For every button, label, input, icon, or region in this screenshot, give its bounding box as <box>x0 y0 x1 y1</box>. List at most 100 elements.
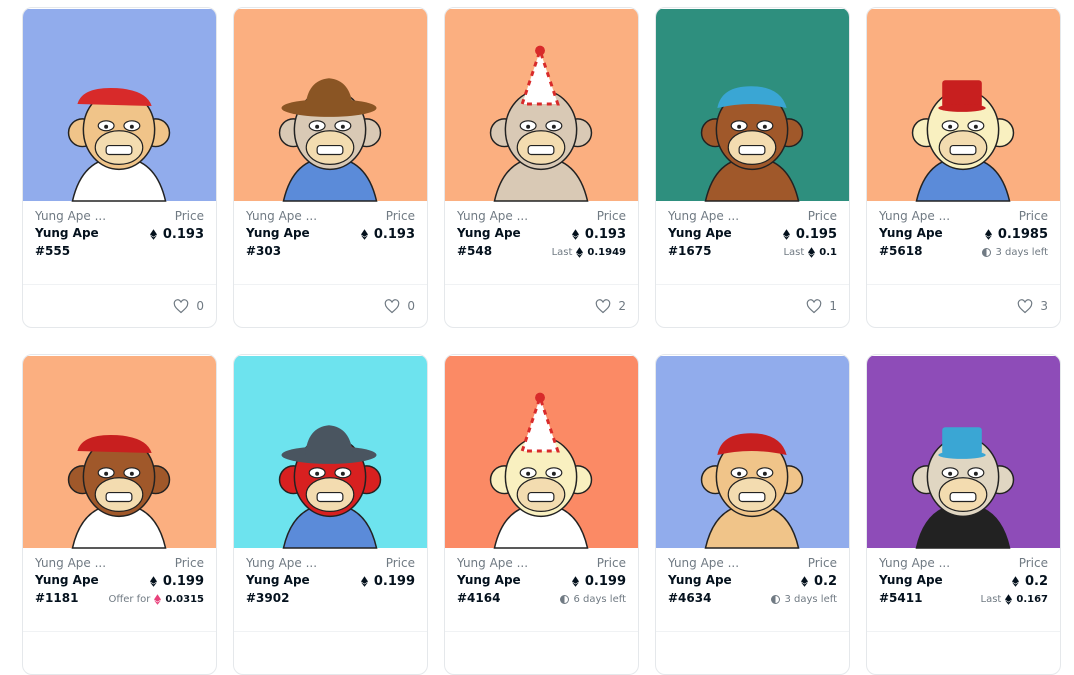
heart-icon[interactable] <box>384 298 400 314</box>
price-value: 0.193 <box>149 227 204 242</box>
nft-card[interactable]: Yung Ape ... Price Yung Ape #5618 0.1985 3 da… <box>866 7 1061 328</box>
last-sale-label: Last <box>783 247 805 258</box>
like-count: 1 <box>829 299 837 313</box>
price-label: Price <box>1018 209 1048 223</box>
price-label: Price <box>385 209 415 223</box>
ethereum-icon <box>149 229 157 240</box>
card-info: Yung Ape ... Price Yung Ape #4164 0.199 6 day… <box>445 549 638 632</box>
ape-artwork <box>656 8 849 202</box>
like-count: 2 <box>618 299 626 313</box>
clock-icon <box>982 248 992 257</box>
nft-card[interactable]: Yung Ape ... Price Yung Ape #3902 0.199 <box>233 354 428 675</box>
ape-artwork <box>234 355 427 549</box>
time-left-label: 6 days left <box>573 594 626 605</box>
ethereum-icon <box>800 576 808 587</box>
price-label: Price <box>596 209 626 223</box>
heart-icon[interactable] <box>1017 298 1033 314</box>
card-info: Yung Ape ... Price Yung Ape #5618 0.1985 3 da… <box>867 202 1060 285</box>
ape-artwork <box>234 8 427 202</box>
time-left: 6 days left <box>560 594 626 605</box>
card-info: Yung Ape ... Price Yung Ape #1181 0.199 Offer… <box>23 549 216 632</box>
ethereum-icon <box>1011 576 1019 587</box>
nft-image[interactable] <box>445 355 638 549</box>
card-footer: 0 <box>234 284 427 327</box>
price-amount: 0.199 <box>162 574 204 589</box>
item-number[interactable]: #303 <box>246 244 415 259</box>
ethereum-icon <box>782 229 790 240</box>
nft-card[interactable]: Yung Ape ... Price Yung Ape #4634 0.2 3 days … <box>655 354 850 675</box>
last-sale-label: Last <box>551 247 573 258</box>
price-amount: 0.1985 <box>997 227 1048 242</box>
card-info: Yung Ape ... Price Yung Ape #303 0.193 <box>234 202 427 285</box>
ape-artwork <box>656 355 849 549</box>
nft-card[interactable]: Yung Ape ... Price Yung Ape #1675 0.195 Last 0… <box>655 7 850 328</box>
weth-icon <box>154 594 162 605</box>
nft-image[interactable] <box>23 8 216 202</box>
item-number[interactable]: #3902 <box>246 591 415 606</box>
nft-card[interactable]: Yung Ape ... Price Yung Ape #1181 0.199 Offer… <box>22 354 217 675</box>
ethereum-icon <box>360 576 368 587</box>
offer-value: 0.0315 <box>165 594 204 605</box>
price-amount: 0.193 <box>162 227 204 242</box>
nft-image[interactable] <box>867 8 1060 202</box>
like-count: 0 <box>196 299 204 313</box>
nft-image[interactable] <box>445 8 638 202</box>
time-left-label: 3 days left <box>995 247 1048 258</box>
ethereum-icon <box>576 247 584 258</box>
card-footer <box>656 631 849 674</box>
nft-image[interactable] <box>867 355 1060 549</box>
nft-card-grid: Yung Ape ... Price Yung Ape #555 0.193 0 Yung … <box>22 7 1062 675</box>
ethereum-icon <box>149 576 157 587</box>
ethereum-icon <box>360 229 368 240</box>
price-label: Price <box>807 209 837 223</box>
price-label: Price <box>385 556 415 570</box>
card-footer <box>867 631 1060 674</box>
like-count: 0 <box>407 299 415 313</box>
nft-image[interactable] <box>23 355 216 549</box>
time-left: 3 days left <box>771 594 837 605</box>
like-count: 3 <box>1040 299 1048 313</box>
price-label: Price <box>596 556 626 570</box>
price-label: Price <box>174 209 204 223</box>
nft-card[interactable]: Yung Ape ... Price Yung Ape #548 0.193 Last 0.… <box>444 7 639 328</box>
nft-image[interactable] <box>656 355 849 549</box>
heart-icon[interactable] <box>595 298 611 314</box>
price-value: 0.193 <box>360 227 415 242</box>
ethereum-icon <box>808 247 816 258</box>
price-value: 0.2 <box>800 574 837 589</box>
ape-artwork <box>445 355 638 549</box>
nft-card[interactable]: Yung Ape ... Price Yung Ape #5411 0.2 Last 0.1… <box>866 354 1061 675</box>
price-label: Price <box>1018 556 1048 570</box>
price-value: 0.193 <box>571 227 626 242</box>
ape-artwork <box>23 8 216 202</box>
card-info: Yung Ape ... Price Yung Ape #5411 0.2 Last 0.1… <box>867 549 1060 632</box>
card-info: Yung Ape ... Price Yung Ape #3902 0.199 <box>234 549 427 632</box>
nft-card[interactable]: Yung Ape ... Price Yung Ape #4164 0.199 6 day… <box>444 354 639 675</box>
nft-card[interactable]: Yung Ape ... Price Yung Ape #555 0.193 0 <box>22 7 217 328</box>
nft-image[interactable] <box>234 8 427 202</box>
nft-image[interactable] <box>656 8 849 202</box>
card-footer: 1 <box>656 284 849 327</box>
ethereum-icon <box>571 576 579 587</box>
ape-artwork <box>867 8 1060 202</box>
card-info: Yung Ape ... Price Yung Ape #1675 0.195 Last 0… <box>656 202 849 285</box>
price-label: Price <box>174 556 204 570</box>
heart-icon[interactable] <box>173 298 189 314</box>
price-amount: 0.2 <box>1024 574 1048 589</box>
card-info: Yung Ape ... Price Yung Ape #548 0.193 Last 0.… <box>445 202 638 285</box>
card-info: Yung Ape ... Price Yung Ape #4634 0.2 3 days … <box>656 549 849 632</box>
card-footer <box>23 631 216 674</box>
ethereum-icon <box>571 229 579 240</box>
best-offer: Offer for 0.0315 <box>108 594 204 605</box>
price-value: 0.199 <box>571 574 626 589</box>
item-number[interactable]: #555 <box>35 244 204 259</box>
card-footer <box>234 631 427 674</box>
nft-image[interactable] <box>234 355 427 549</box>
nft-card[interactable]: Yung Ape ... Price Yung Ape #303 0.193 0 <box>233 7 428 328</box>
price-value: 0.199 <box>360 574 415 589</box>
price-amount: 0.199 <box>373 574 415 589</box>
card-footer: 2 <box>445 284 638 327</box>
clock-icon <box>771 595 781 604</box>
last-sale-label: Last <box>980 594 1002 605</box>
heart-icon[interactable] <box>806 298 822 314</box>
